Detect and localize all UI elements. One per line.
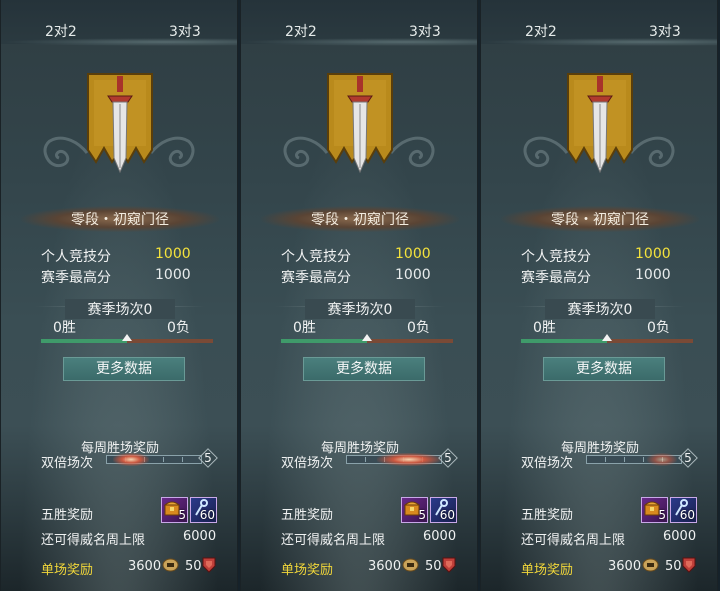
mode-tabs [1, 0, 237, 46]
season-high-label: 赛季最高分 [521, 270, 591, 286]
shield-badge-icon [202, 557, 216, 573]
coin-icon [642, 558, 659, 572]
prestige-limit-value: 6000 [423, 529, 457, 544]
personal-score-label: 个人竞技分 [281, 249, 351, 265]
tab-3v3[interactable]: 3对3 [409, 21, 441, 41]
win-ratio-marker [602, 334, 612, 341]
five-win-reward-label: 五胜奖励 [281, 508, 334, 523]
prestige-limit-label: 还可得威名周上限 [41, 533, 146, 548]
more-data-button[interactable]: 更多数据 [63, 357, 185, 381]
weekly-count-badge: 5 [680, 450, 696, 466]
personal-score-label: 个人竞技分 [521, 249, 591, 265]
win-ratio-marker [122, 334, 132, 341]
single-match-reward-label: 单场奖励 [41, 563, 94, 578]
personal-score-value: 1000 [635, 246, 671, 262]
sword-banner-icon [567, 73, 633, 174]
more-data-button[interactable]: 更多数据 [303, 357, 425, 381]
win-loss-bar [281, 334, 453, 343]
win-loss-bar [41, 334, 213, 343]
season-high-label: 赛季最高分 [41, 270, 111, 286]
weekly-count-badge: 5 [200, 450, 216, 466]
shield-badge-icon [682, 557, 696, 573]
win-ratio-fill [521, 339, 607, 343]
losses-count: 0负 [647, 320, 670, 336]
chest-count: 5 [658, 508, 666, 522]
single-match-reward-label: 单场奖励 [521, 563, 574, 578]
personal-score-label: 个人竞技分 [41, 249, 111, 265]
prestige-limit-label: 还可得威名周上限 [521, 533, 626, 548]
win-ratio-fill [41, 339, 127, 343]
season-matches: 赛季场次0 [545, 299, 655, 319]
chest-count: 5 [178, 508, 186, 522]
treasure-chest-item[interactable]: 5 [401, 497, 428, 523]
tab-2v2[interactable]: 2对2 [45, 21, 77, 41]
more-data-button[interactable]: 更多数据 [543, 357, 665, 381]
five-win-reward-label: 五胜奖励 [41, 508, 94, 523]
rank-title: 零段・初窥门径 [71, 212, 169, 228]
rank-title: 零段・初窥门径 [551, 212, 649, 228]
single-reward-coins: 3600 [128, 559, 162, 574]
weekly-count-badge: 5 [440, 450, 456, 466]
key-item[interactable]: 60 [190, 497, 217, 523]
double-matches-label: 双倍场次 [521, 456, 574, 471]
losses-count: 0负 [407, 320, 430, 336]
key-count: 60 [679, 508, 695, 522]
arena-panel: 2对2 3对3 零段・初窥门径 个人竞技分 1000 赛季最高分 1000 赛季… [240, 0, 478, 591]
coin-icon [162, 558, 179, 572]
weekly-progress-bar [346, 453, 442, 466]
season-matches: 赛季场次0 [305, 299, 415, 319]
key-item[interactable]: 60 [670, 497, 697, 523]
prestige-limit-label: 还可得威名周上限 [281, 533, 386, 548]
single-reward-prestige: 50 [185, 559, 202, 574]
season-high-value: 1000 [155, 267, 191, 283]
season-high-value: 1000 [635, 267, 671, 283]
treasure-chest-item[interactable]: 5 [161, 497, 188, 523]
personal-score-value: 1000 [395, 246, 431, 262]
five-win-reward-label: 五胜奖励 [521, 508, 574, 523]
season-high-value: 1000 [395, 267, 431, 283]
win-loss-bar [521, 334, 693, 343]
win-ratio-marker [362, 334, 372, 341]
key-count: 60 [199, 508, 215, 522]
single-reward-coins: 3600 [368, 559, 402, 574]
season-matches: 赛季场次0 [65, 299, 175, 319]
single-reward-prestige: 50 [665, 559, 682, 574]
personal-score-value: 1000 [155, 246, 191, 262]
wins-count: 0胜 [293, 320, 316, 336]
treasure-chest-item[interactable]: 5 [641, 497, 668, 523]
tab-3v3[interactable]: 3对3 [649, 21, 681, 41]
losses-count: 0负 [167, 320, 190, 336]
double-matches-label: 双倍场次 [281, 456, 334, 471]
key-item[interactable]: 60 [430, 497, 457, 523]
tab-2v2[interactable]: 2对2 [525, 21, 557, 41]
double-matches-label: 双倍场次 [41, 456, 94, 471]
tab-3v3[interactable]: 3对3 [169, 21, 201, 41]
arena-panel: 2对2 3对3 零段・初窥门径 个人竞技分 1000 赛季最高分 1000 赛季… [0, 0, 238, 591]
wins-count: 0胜 [53, 320, 76, 336]
sword-banner-icon [327, 73, 393, 174]
coin-icon [402, 558, 419, 572]
season-high-label: 赛季最高分 [281, 270, 351, 286]
mode-tabs [241, 0, 477, 46]
tab-2v2[interactable]: 2对2 [285, 21, 317, 41]
prestige-limit-value: 6000 [663, 529, 697, 544]
win-ratio-fill [281, 339, 367, 343]
key-count: 60 [439, 508, 455, 522]
single-match-reward-label: 单场奖励 [281, 563, 334, 578]
shield-badge-icon [442, 557, 456, 573]
prestige-limit-value: 6000 [183, 529, 217, 544]
arena-panel: 2对2 3对3 零段・初窥门径 个人竞技分 1000 赛季最高分 1000 赛季… [480, 0, 718, 591]
chest-count: 5 [418, 508, 426, 522]
mode-tabs [481, 0, 717, 46]
single-reward-coins: 3600 [608, 559, 642, 574]
weekly-progress-bar [106, 453, 202, 466]
single-reward-prestige: 50 [425, 559, 442, 574]
weekly-progress-bar [586, 453, 682, 466]
wins-count: 0胜 [533, 320, 556, 336]
sword-banner-icon [87, 73, 153, 174]
rank-title: 零段・初窥门径 [311, 212, 409, 228]
